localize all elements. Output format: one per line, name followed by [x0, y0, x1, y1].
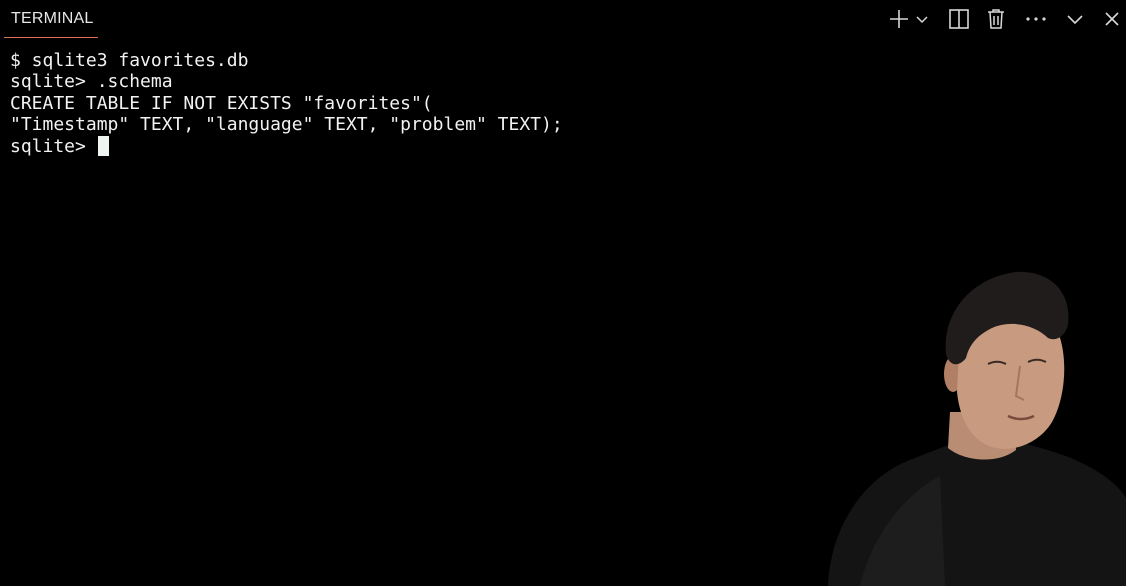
tab-terminal[interactable]: TERMINAL: [4, 0, 101, 38]
more-actions-button[interactable]: [1024, 0, 1048, 38]
ellipsis-icon: [1026, 17, 1046, 21]
close-panel-button[interactable]: [1103, 0, 1121, 38]
close-icon: [1105, 12, 1119, 26]
launch-profile-button[interactable]: [912, 0, 932, 38]
chevron-down-icon: [916, 16, 928, 24]
split-icon: [949, 9, 969, 29]
plus-icon: [890, 10, 908, 28]
terminal-line: "Timestamp" TEXT, "language" TEXT, "prob…: [10, 114, 563, 136]
terminal-line: $ sqlite3 favorites.db: [10, 50, 249, 71]
maximize-panel-button[interactable]: [1064, 0, 1086, 38]
terminal-prompt-line: sqlite>: [10, 135, 890, 157]
panel-actions: [886, 0, 1126, 38]
terminal-output[interactable]: $ sqlite3 favorites.db sqlite> .schema C…: [10, 50, 890, 157]
trash-icon: [988, 9, 1004, 29]
active-tab-indicator: [4, 37, 98, 38]
panel-tab-bar: TERMINAL: [0, 0, 1126, 38]
terminal-line: sqlite> .schema: [10, 71, 173, 93]
chevron-down-icon: [1067, 15, 1083, 25]
presenter-video: [828, 271, 1126, 586]
terminal-line: CREATE TABLE IF NOT EXISTS "favorites"(: [10, 92, 433, 114]
kill-terminal-button[interactable]: [984, 0, 1008, 38]
new-terminal-button[interactable]: [886, 0, 912, 38]
split-terminal-button[interactable]: [946, 0, 972, 38]
terminal-prompt: sqlite>: [10, 135, 97, 157]
terminal-cursor: [97, 135, 109, 156]
terminal-panel: TERMINAL $ sqlite3 favorites.db sqlite> …: [0, 0, 1126, 586]
